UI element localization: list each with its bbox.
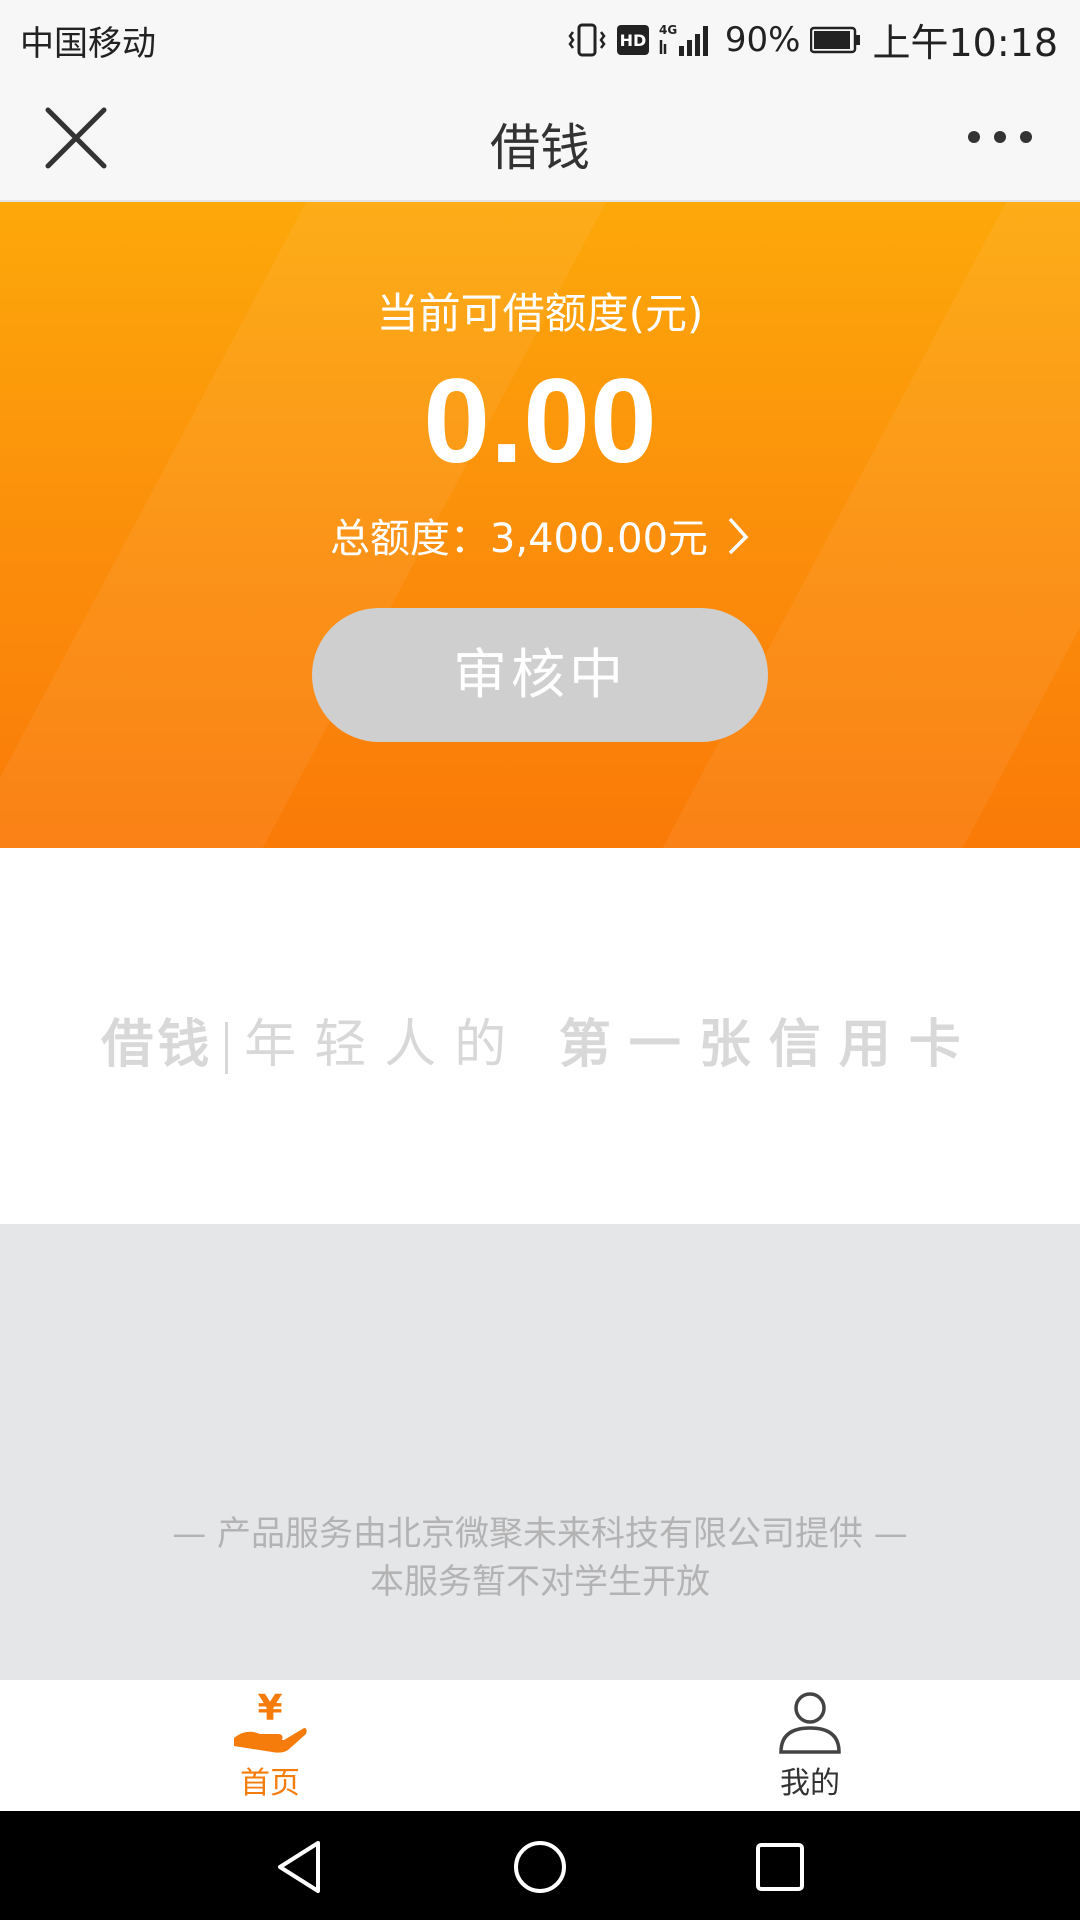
slogan-part2: 第一张信用卡 (558, 1015, 979, 1075)
signal-icon: 4G (659, 22, 715, 58)
student-notice: 本服务暂不对学生开放 (370, 1562, 710, 1602)
page-title: 借钱 (490, 119, 590, 177)
home-circle-icon (514, 1841, 566, 1893)
chevron-right-icon (728, 517, 749, 555)
screen: 中国移动 HD 4G 90% 上午10:18 借钱 当前可借额度(元) 0.00… (0, 0, 1080, 1920)
more-dots-icon (968, 131, 1032, 143)
yuan-hand-icon: ¥ (232, 1688, 308, 1760)
tab-mine[interactable]: 我的 (540, 1680, 1080, 1811)
total-credit-text: 总额度：3,400.00元 (329, 516, 709, 562)
svg-text:HD: HD (620, 31, 647, 50)
slogan-part1: 年轻人的 (244, 1015, 525, 1075)
tab-home-label: 首页 (240, 1766, 300, 1801)
system-nav-bar (0, 1811, 1080, 1920)
recents-square-icon (756, 1843, 804, 1891)
total-credit-link[interactable]: 总额度：3,400.00元 (330, 506, 750, 564)
bottom-tab-bar: ¥ 首页 我的 (0, 1680, 1080, 1811)
battery-icon (810, 26, 862, 54)
tab-mine-label: 我的 (780, 1766, 840, 1801)
footer-area: — 产品服务由北京微聚未来科技有限公司提供 — 本服务暂不对学生开放 (0, 1224, 1080, 1680)
home-button[interactable] (508, 1835, 572, 1899)
more-button[interactable] (960, 112, 1040, 162)
vibrate-icon (567, 22, 607, 58)
svg-text:¥: ¥ (257, 1690, 282, 1729)
battery-percent: 90% (724, 19, 801, 60)
carrier-name: 中国移动 (20, 24, 156, 64)
back-button[interactable] (268, 1835, 332, 1899)
review-status-button[interactable]: 审核中 (312, 608, 768, 742)
available-credit-amount: 0.00 (423, 354, 657, 488)
status-bar: 中国移动 HD 4G 90% 上午10:18 (0, 0, 1080, 76)
provider-notice: — 产品服务由北京微聚未来科技有限公司提供 — (172, 1514, 908, 1554)
person-icon (777, 1690, 843, 1760)
slogan-divider (225, 1022, 229, 1074)
hd-icon: HD (616, 24, 649, 55)
title-bar: 借钱 (0, 76, 1080, 202)
status-icons: HD 4G 90% 上午10:18 (567, 12, 1058, 67)
tab-home[interactable]: ¥ 首页 (0, 1680, 540, 1811)
slogan-brand: 借钱 (101, 1015, 214, 1075)
slogan: 借钱 年轻人的 第一张信用卡 (0, 1002, 1080, 1077)
network-type: 4G (659, 23, 677, 37)
back-triangle-icon (278, 1841, 320, 1893)
credit-hero: 当前可借额度(元) 0.00 总额度：3,400.00元 审核中 (0, 202, 1080, 848)
total-credit-row: 总额度：3,400.00元 (0, 506, 1080, 564)
available-credit-label: 当前可借额度(元) (376, 289, 704, 338)
clock: 上午10:18 (872, 21, 1058, 65)
recents-button[interactable] (748, 1835, 812, 1899)
